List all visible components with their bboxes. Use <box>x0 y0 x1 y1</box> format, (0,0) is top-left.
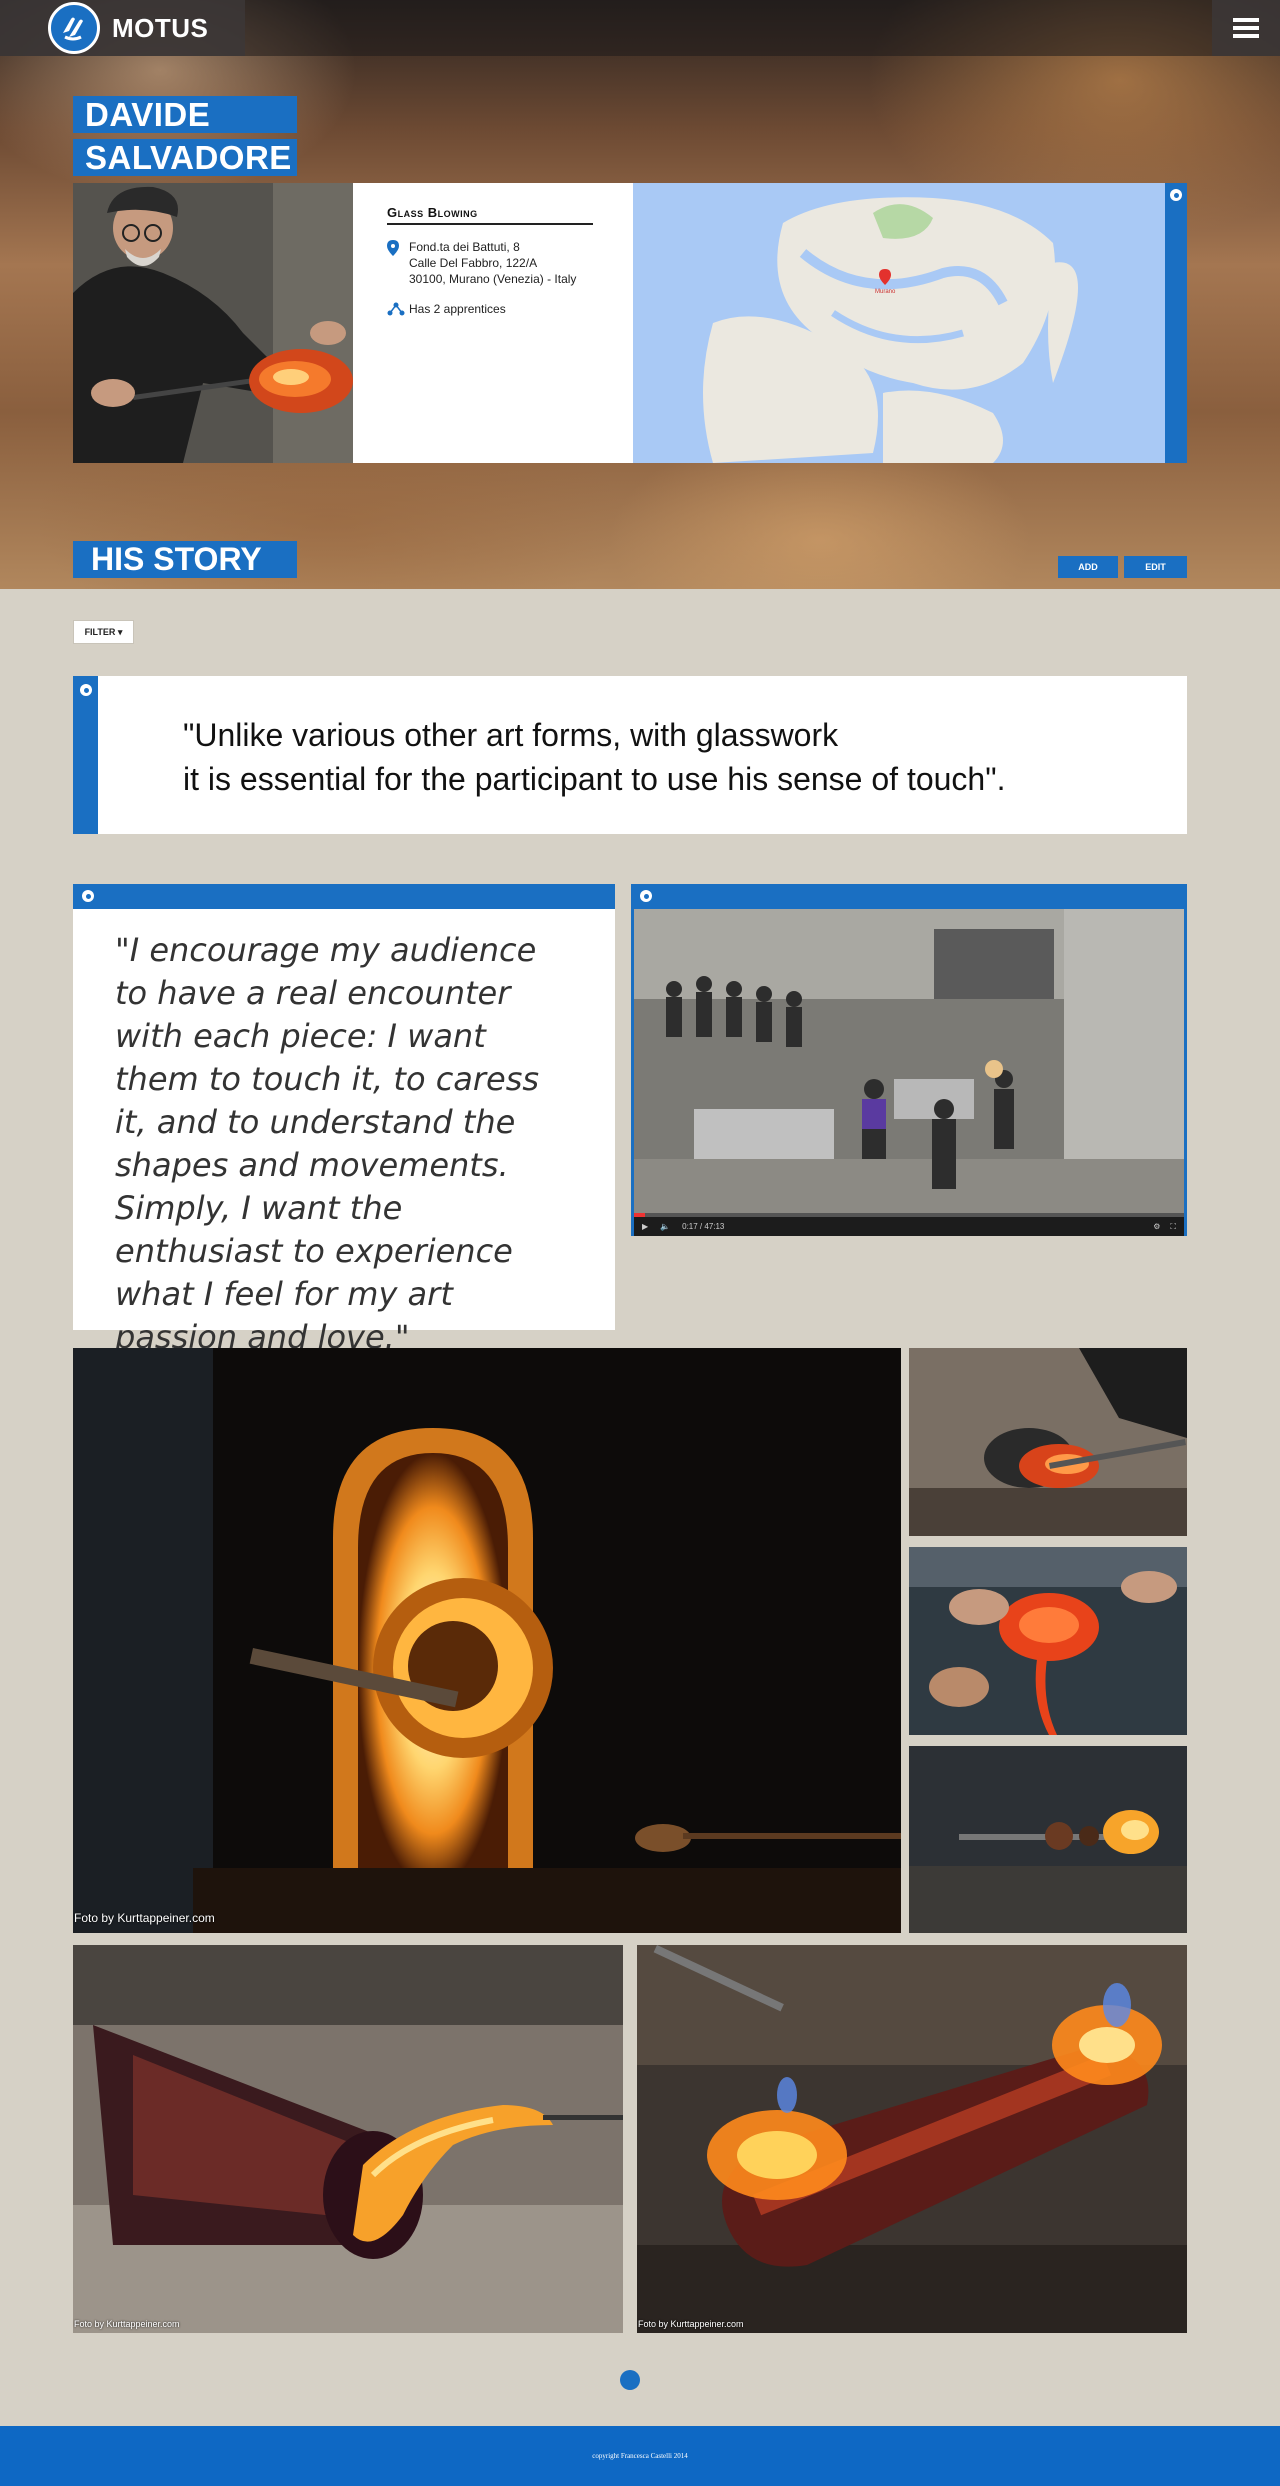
expand-icon[interactable] <box>640 890 652 902</box>
menu-button[interactable] <box>1212 0 1280 56</box>
map-pin-label: Murano <box>875 289 896 295</box>
main-quote-card: "Unlike various other art forms, with gl… <box>73 676 1187 834</box>
gathering-photo <box>909 1746 1187 1933</box>
shaping-photo <box>909 1348 1187 1536</box>
panel-header <box>631 884 1187 909</box>
vessel-photo: Foto by Kurttappeiner.com <box>73 1945 623 2333</box>
brand-name: MOTUS <box>112 12 209 43</box>
volume-icon[interactable]: 🔈 <box>660 1222 670 1231</box>
address-line-1: Fond.ta dei Battuti, 8 <box>409 240 520 254</box>
quote-strip <box>73 676 98 834</box>
main-quote-line-2: it is essential for the participant to u… <box>183 761 1006 797</box>
video-controls: ▶ 🔈 0:17 / 47:13 ⚙ ⛶ <box>634 1217 1184 1236</box>
artisan-first-name: DAVIDE <box>73 96 297 133</box>
torch-photo: Foto by Kurttappeiner.com <box>637 1945 1187 2333</box>
play-icon[interactable]: ▶ <box>642 1222 648 1231</box>
secondary-quote-card: "I encourage my audience to have a real … <box>73 884 615 1356</box>
add-button[interactable]: ADD <box>1058 556 1118 578</box>
filter-dropdown[interactable]: FILTER ▾ <box>73 620 134 644</box>
secondary-quote-text: "I encourage my audience to have a real … <box>115 931 540 1356</box>
photo-credit: Foto by Kurttappeiner.com <box>74 1911 215 1925</box>
card-side-strip <box>1165 183 1187 463</box>
hands-icon <box>48 2 100 54</box>
brand-logo-area[interactable]: MOTUS <box>0 0 245 56</box>
video-card: ▶ 🔈 0:17 / 47:13 ⚙ ⛶ <box>631 884 1187 1236</box>
pouring-photo <box>909 1547 1187 1735</box>
photo-credit: Foto by Kurttappeiner.com <box>74 2319 180 2329</box>
artisan-photo <box>73 183 353 463</box>
artisan-card: Glass Blowing Fond.ta dei Battuti, 8 Cal… <box>73 183 1187 463</box>
panel-header <box>73 884 615 909</box>
copyright-text: copyright Francesca Castelli 2014 <box>592 2452 688 2460</box>
main-quote-line-1: "Unlike various other art forms, with gl… <box>183 717 839 753</box>
expand-icon[interactable] <box>1170 189 1182 201</box>
photo-credit: Foto by Kurttappeiner.com <box>638 2319 744 2329</box>
main-quote-text: "Unlike various other art forms, with gl… <box>183 713 1005 801</box>
furnace-photo: Foto by Kurttappeiner.com <box>73 1348 901 1933</box>
video-player[interactable] <box>634 909 1184 1217</box>
craft-title: Glass Blowing <box>387 205 593 225</box>
footer: copyright Francesca Castelli 2014 <box>0 2426 1280 2486</box>
video-time: 0:17 / 47:13 <box>682 1222 725 1231</box>
address-line-2: Calle Del Fabbro, 122/A <box>409 256 538 270</box>
artisan-last-name: SALVADORE <box>73 139 297 176</box>
artisan-info: Glass Blowing Fond.ta dei Battuti, 8 Cal… <box>353 183 633 463</box>
apprentices-text: Has 2 apprentices <box>409 302 506 316</box>
hero-banner: MOTUS DAVIDE SALVADORE Glass Blowing Fon… <box>0 0 1280 589</box>
apprentices-icon <box>387 301 409 320</box>
pagination-dot[interactable] <box>620 2370 640 2390</box>
location-map[interactable]: Murano <box>633 183 1165 463</box>
edit-button[interactable]: EDIT <box>1124 556 1187 578</box>
story-title: HIS STORY <box>73 541 297 578</box>
settings-icon[interactable]: ⚙ <box>1153 1222 1160 1231</box>
expand-icon[interactable] <box>82 890 94 902</box>
fullscreen-icon[interactable]: ⛶ <box>1170 1222 1176 1232</box>
expand-icon[interactable] <box>80 684 92 696</box>
address-row: Fond.ta dei Battuti, 8 Calle Del Fabbro,… <box>387 239 599 287</box>
address-line-3: 30100, Murano (Venezia) - Italy <box>409 272 577 286</box>
hamburger-icon <box>1233 18 1259 38</box>
apprentices-row: Has 2 apprentices <box>387 301 599 320</box>
location-pin-icon <box>387 239 409 287</box>
